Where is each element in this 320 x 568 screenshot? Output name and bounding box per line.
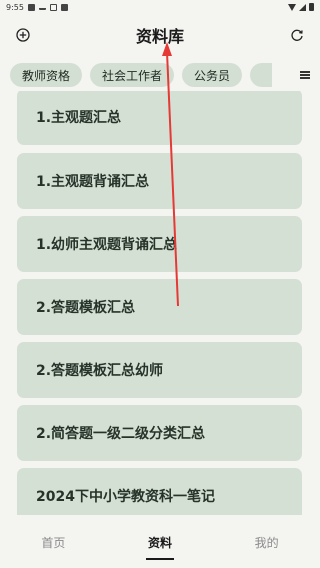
bottom-nav: 首页 资料 我的 [0, 516, 320, 568]
list-item-title: 2024下中小学教资科一笔记 [36, 489, 215, 505]
wifi-icon [288, 3, 296, 11]
category-chip[interactable]: 社会工作者 [90, 63, 175, 87]
app-icon [60, 3, 68, 11]
list-item[interactable]: 2.答题模板汇总 [17, 279, 302, 335]
gallery-icon [27, 3, 35, 11]
list-item-title: 1.幼师主观题背诵汇总 [36, 237, 178, 253]
status-bar: 9:55 [0, 0, 320, 14]
battery-icon [309, 3, 314, 11]
nav-materials[interactable]: 资料 [107, 516, 214, 568]
list-item[interactable]: 2.答题模板汇总幼师 [17, 342, 302, 398]
add-button[interactable] [14, 26, 32, 44]
list-item[interactable]: 1.主观题背诵汇总 [17, 153, 302, 209]
status-time: 9:55 [6, 2, 24, 12]
list-item[interactable]: 1.幼师主观题背诵汇总 [17, 216, 302, 272]
list-item[interactable]: 1.主观题汇总 [17, 91, 302, 145]
notification-icon [49, 3, 57, 11]
page-title: 资料库 [135, 27, 184, 46]
download-icon [38, 4, 46, 10]
category-menu-button[interactable] [290, 62, 320, 88]
list-item[interactable]: 2.简答题一级二级分类汇总 [17, 405, 302, 461]
list-item[interactable]: 2024下中小学教资科一笔记 [17, 468, 302, 515]
material-list: 1.主观题汇总 1.主观题背诵汇总 1.幼师主观题背诵汇总 2.答题模板汇总 2… [17, 91, 302, 515]
signal-icon [299, 3, 306, 11]
nav-home-label: 首页 [41, 535, 66, 550]
nav-home[interactable]: 首页 [0, 516, 107, 568]
list-item-title: 2.答题模板汇总 [36, 300, 136, 316]
list-item-title: 1.主观题汇总 [36, 110, 122, 126]
category-chip-partial[interactable] [250, 63, 273, 87]
add-circle-icon [16, 28, 30, 42]
category-chip[interactable]: 教师资格 [10, 63, 83, 87]
menu-icon [300, 71, 310, 79]
list-item-title: 1.主观题背诵汇总 [36, 174, 150, 190]
category-tabs: 教师资格 社会工作者 公务员 [0, 62, 320, 88]
nav-mine-label: 我的 [254, 535, 279, 550]
refresh-button[interactable] [288, 26, 306, 44]
list-item-title: 2.答题模板汇总幼师 [36, 363, 164, 379]
nav-mine[interactable]: 我的 [213, 516, 320, 568]
header: 资料库 [0, 18, 320, 52]
active-tab-indicator [146, 558, 174, 560]
refresh-icon [291, 29, 303, 41]
category-chip[interactable]: 公务员 [182, 63, 243, 87]
list-item-title: 2.简答题一级二级分类汇总 [36, 426, 206, 442]
nav-materials-label: 资料 [148, 535, 173, 550]
